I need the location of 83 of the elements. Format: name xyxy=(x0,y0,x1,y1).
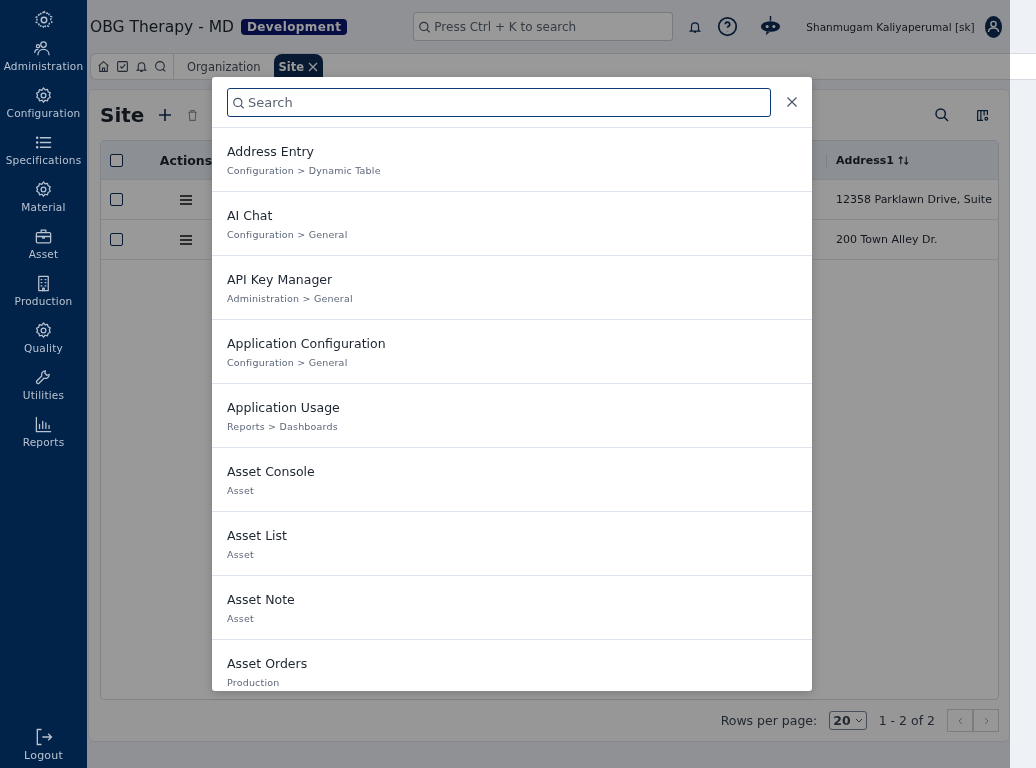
sidebar-item[interactable]: Reports xyxy=(0,415,87,462)
result-title: Asset Orders xyxy=(227,655,308,671)
row-checkbox[interactable] xyxy=(109,193,123,206)
column-header[interactable]: Address1 xyxy=(836,153,894,167)
search-result[interactable]: Asset Note Asset xyxy=(212,576,812,640)
row-checkbox[interactable] xyxy=(109,233,123,246)
user-name[interactable]: Shanmugam Kaliyaperumal [sk] xyxy=(806,20,975,33)
row-checkbox[interactable] xyxy=(109,153,123,167)
search-result[interactable]: AI Chat Configuration > General xyxy=(212,192,812,256)
help-icon[interactable] xyxy=(717,16,739,37)
app-title: OBG Therapy - MD xyxy=(90,17,234,36)
table-cell-text: 12358 Parklawn Drive, Suite xyxy=(836,193,993,206)
result-title: Asset Note xyxy=(227,591,295,607)
result-path: Administration > General xyxy=(227,292,353,304)
page-range: 1 - 2 of 2 xyxy=(878,713,935,728)
search-result[interactable]: Asset Console Asset xyxy=(212,448,812,512)
search-icon[interactable] xyxy=(934,107,950,123)
users-icon xyxy=(34,39,53,58)
add-icon[interactable] xyxy=(158,108,173,122)
chart-icon xyxy=(34,415,53,434)
sidebar-item[interactable]: Material xyxy=(0,180,87,227)
sidebar-item[interactable]: Asset xyxy=(0,227,87,274)
bell-icon[interactable] xyxy=(688,19,703,34)
home-icon[interactable] xyxy=(97,60,110,73)
avatar-icon[interactable] xyxy=(984,15,1002,38)
sidebar-item[interactable]: Configuration xyxy=(0,86,87,133)
search-field[interactable]: Search xyxy=(227,87,771,117)
robot-icon[interactable] xyxy=(759,15,783,38)
environment-badge: Development xyxy=(240,18,348,35)
gear-icon xyxy=(34,180,53,199)
search-result[interactable]: API Key Manager Administration > General xyxy=(212,256,812,320)
chevron-down-icon xyxy=(854,718,863,723)
sidebar-item[interactable]: Quality xyxy=(0,321,87,368)
columns-icon[interactable] xyxy=(976,108,989,122)
search-result[interactable]: Asset Orders Production xyxy=(212,640,812,691)
result-path: Asset xyxy=(227,612,254,624)
gear-icon xyxy=(34,86,53,105)
search-result[interactable]: Asset List Asset xyxy=(212,512,812,576)
gear-icon xyxy=(34,321,53,340)
result-title: Application Usage xyxy=(227,399,340,415)
search-result[interactable]: Application Usage Reports > Dashboards xyxy=(212,384,812,448)
column-header: Actions xyxy=(158,152,214,168)
result-title: Asset List xyxy=(227,527,287,543)
delete-icon[interactable] xyxy=(186,108,200,122)
sidebar-item[interactable]: Administration xyxy=(0,39,87,86)
sidebar-item[interactable]: Production xyxy=(0,274,87,321)
result-path: Production xyxy=(227,676,280,688)
wrench-icon xyxy=(34,368,53,387)
result-title: API Key Manager xyxy=(227,271,333,287)
page-title: Site xyxy=(100,103,145,127)
search-result[interactable]: Address Entry Configuration > Dynamic Table xyxy=(212,128,812,192)
result-title: Application Configuration xyxy=(227,335,386,351)
logo-icon xyxy=(32,9,55,31)
result-path: Configuration > Dynamic Table xyxy=(227,164,381,176)
result-title: Address Entry xyxy=(227,143,314,159)
search-icon xyxy=(418,20,433,34)
search-icon xyxy=(232,95,246,110)
result-path: Asset xyxy=(227,548,254,560)
table-cell-text: 200 Town Alley Dr. xyxy=(836,233,939,246)
chevron-left-icon xyxy=(957,716,963,725)
rows-per-page-label: Rows per page: xyxy=(720,713,818,728)
tab[interactable]: Organization xyxy=(178,54,270,79)
chevron-right-icon xyxy=(983,716,989,725)
bell-icon[interactable] xyxy=(135,60,148,73)
tab[interactable]: Site xyxy=(273,54,324,79)
result-title: AI Chat xyxy=(227,207,273,223)
logout-button[interactable]: Logout xyxy=(0,727,87,762)
rows-per-page-select[interactable]: 20 xyxy=(829,711,867,730)
search-result[interactable]: Application Configuration Configuration > General xyxy=(212,320,812,384)
result-title: Asset Console xyxy=(227,463,315,479)
result-path: Asset xyxy=(227,484,254,496)
briefcase-icon xyxy=(34,227,53,246)
close-icon[interactable] xyxy=(787,97,797,107)
result-path: Reports > Dashboards xyxy=(227,420,338,432)
checkbox-icon[interactable] xyxy=(116,60,129,73)
global-search-field[interactable]: Press Ctrl + K to search xyxy=(413,12,674,41)
sort-icon[interactable] xyxy=(897,154,909,166)
menu-icon[interactable] xyxy=(180,194,192,205)
sidebar-item[interactable]: Utilities xyxy=(0,368,87,415)
result-path: Configuration > General xyxy=(227,228,348,240)
result-path: Configuration > General xyxy=(227,356,348,368)
menu-icon[interactable] xyxy=(180,234,192,245)
sidebar-item[interactable]: Specifications xyxy=(0,133,87,180)
